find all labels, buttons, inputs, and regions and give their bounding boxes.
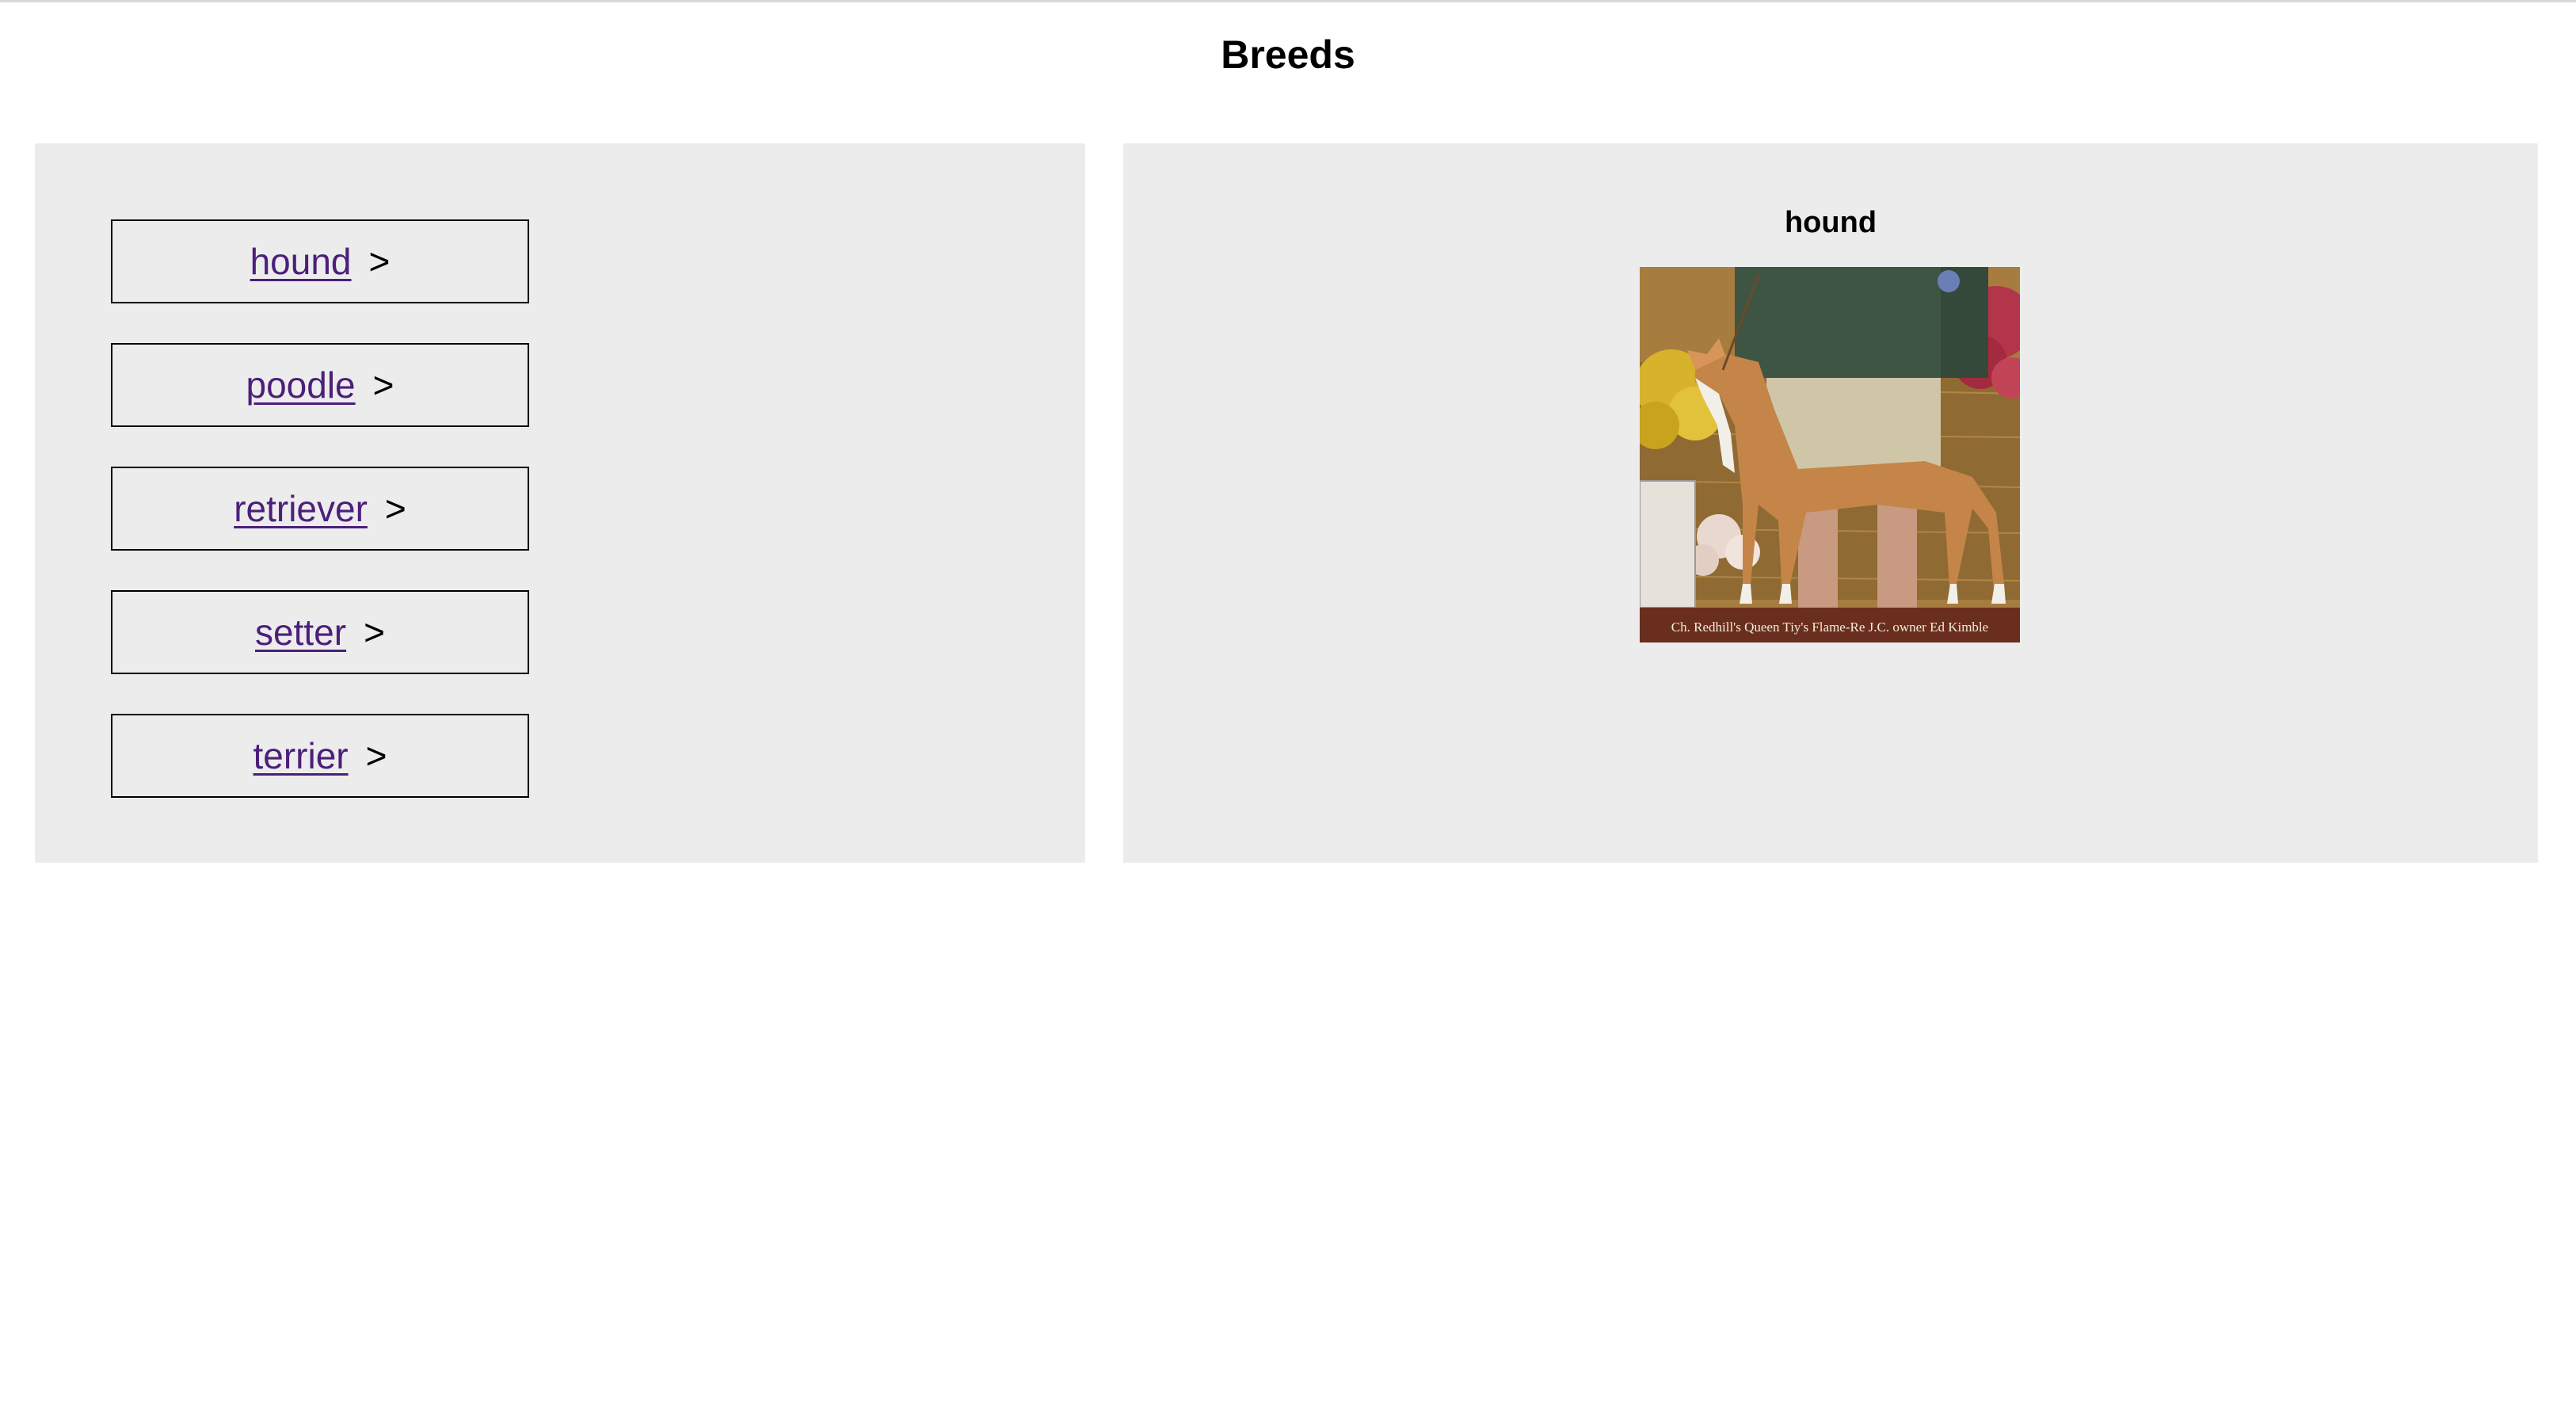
breed-link-setter[interactable]: setter	[255, 611, 346, 654]
breed-link-retriever[interactable]: retriever	[234, 487, 368, 530]
page-title: Breeds	[1221, 32, 1355, 77]
breed-image: Ch. Redhill's Queen Tiy's Flame-Re J.C. …	[1640, 267, 2020, 642]
chevron-right-icon: >	[384, 488, 406, 529]
breed-list: hound > poodle > retriever > setter > te…	[111, 219, 529, 837]
breed-link-terrier[interactable]: terrier	[253, 734, 349, 777]
chevron-right-icon: >	[372, 364, 394, 406]
breed-item-terrier[interactable]: terrier >	[111, 714, 529, 798]
breed-item-setter[interactable]: setter >	[111, 590, 529, 674]
breed-list-panel: hound > poodle > retriever > setter > te…	[35, 143, 1085, 863]
breed-link-poodle[interactable]: poodle	[246, 364, 355, 406]
chevron-right-icon: >	[365, 735, 387, 776]
chevron-right-icon: >	[364, 612, 385, 653]
breed-item-poodle[interactable]: poodle >	[111, 343, 529, 427]
breed-image-caption: Ch. Redhill's Queen Tiy's Flame-Re J.C. …	[1671, 620, 1988, 635]
chevron-right-icon: >	[368, 241, 391, 282]
breed-detail-panel: hound Ch. Redhill's Queen Tiy's Flame-Re…	[1123, 143, 2538, 863]
breed-detail-title: hound	[1784, 206, 1877, 239]
breed-link-hound[interactable]: hound	[250, 240, 352, 283]
breed-item-retriever[interactable]: retriever >	[111, 467, 529, 551]
breed-item-hound[interactable]: hound >	[111, 219, 529, 303]
